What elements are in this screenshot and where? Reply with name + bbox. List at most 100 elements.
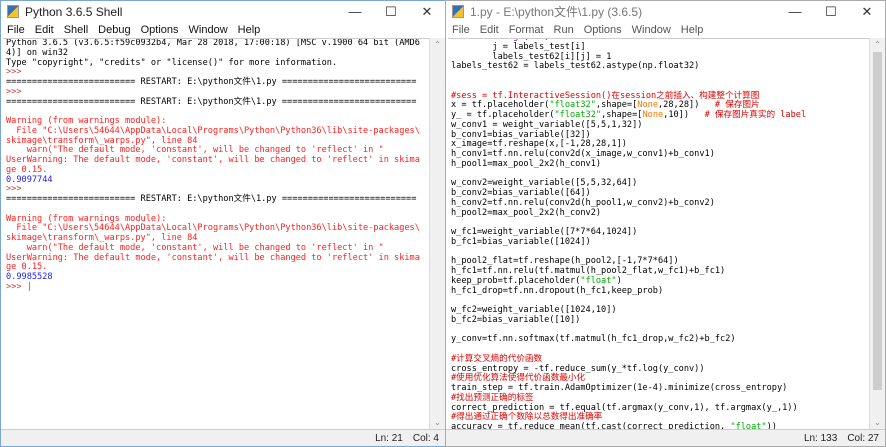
scrollbar-thumb[interactable] bbox=[873, 52, 882, 390]
text-segment: 0.9985528 bbox=[6, 272, 53, 282]
menu-format[interactable]: Format bbox=[509, 24, 544, 36]
code-line: h_fc1_drop=tf.nn.dropout(h_fc1,keep_prob… bbox=[451, 285, 869, 297]
code-line: UserWarning: The default mode, 'constant… bbox=[6, 155, 429, 166]
code-line: ge 0.15. bbox=[6, 262, 429, 273]
line-number: Ln: 21 bbox=[375, 432, 403, 444]
menu-help[interactable]: Help bbox=[681, 24, 704, 36]
editor-window: 1.py - E:\python文件\1.py (3.6.5) — ☐ ✕ Fi… bbox=[445, 0, 886, 447]
shell-output[interactable]: Python 3.6.5 (v3.6.5:f59c0932b4, Mar 28 … bbox=[3, 38, 429, 429]
code-line: b_fc1=bias_variable([1024]) bbox=[451, 236, 869, 248]
text-segment: w_conv2=weight_variable([5,5,32,64]) bbox=[451, 178, 638, 189]
code-line: 0.9097744 bbox=[6, 174, 429, 186]
text-segment: >>> | bbox=[6, 281, 32, 292]
menu-edit[interactable]: Edit bbox=[480, 24, 499, 36]
menu-bar: File Edit Shell Debug Options Window Help bbox=[1, 22, 445, 37]
scroll-up-icon[interactable]: ⌃ bbox=[870, 40, 885, 49]
menu-options[interactable]: Options bbox=[584, 24, 622, 36]
text-segment: j = labels_test[i] bbox=[451, 41, 586, 52]
text-segment: 0.9097744 bbox=[6, 174, 53, 185]
code-line: ge 0.15. bbox=[6, 165, 429, 176]
text-segment: )) bbox=[766, 422, 777, 429]
text-segment: ========================= RESTART: E:\py… bbox=[6, 77, 417, 87]
python-icon bbox=[7, 5, 19, 18]
text-segment: >>> bbox=[6, 67, 27, 78]
text-segment: #计算交叉熵的代价函数 bbox=[451, 353, 543, 364]
text-segment: UserWarning: The default mode, 'constant… bbox=[6, 155, 420, 165]
text-segment: "float" bbox=[580, 275, 617, 286]
menu-bar: File Edit Format Run Options Window Help bbox=[446, 22, 885, 37]
text-segment: accuracy = tf.reduce_mean(tf.cast(correc… bbox=[451, 422, 731, 429]
text-segment: b_fc2=bias_variable([10]) bbox=[451, 314, 581, 325]
editor-title-bar[interactable]: 1.py - E:\python文件\1.py (3.6.5) — ☐ ✕ bbox=[446, 1, 885, 22]
close-button[interactable]: ✕ bbox=[409, 4, 445, 20]
text-segment: Warning (from warnings module): bbox=[6, 116, 167, 126]
menu-help[interactable]: Help bbox=[238, 24, 261, 36]
python-file-icon bbox=[452, 5, 464, 18]
code-line: UserWarning: The default mode, 'constant… bbox=[6, 253, 429, 264]
text-segment: h_conv1=tf.nn.relu(conv2d(x_image,w_conv… bbox=[451, 149, 715, 159]
text-segment: w_fc2=weight_variable([1024,10]) bbox=[451, 305, 617, 315]
text-segment: File "C:\Users\54644\AppData\Local\Progr… bbox=[6, 223, 420, 234]
menu-options[interactable]: Options bbox=[141, 24, 179, 36]
menu-file[interactable]: File bbox=[7, 24, 25, 36]
text-segment: ,10]) bbox=[663, 110, 705, 120]
text-segment: Type "copyright", "credits" or "license(… bbox=[6, 57, 338, 68]
text-segment: correct_prediction = tf.equal(tf.argmax(… bbox=[451, 402, 798, 413]
text-segment: w_fc1=weight_variable([7*7*64,1024]) bbox=[451, 227, 638, 237]
column-number: Col: 4 bbox=[412, 432, 439, 444]
window-title: Python 3.6.5 Shell bbox=[25, 4, 123, 19]
code-line: Type "copyright", "credits" or "license(… bbox=[6, 57, 429, 69]
text-segment: h_pool2_flat=tf.reshape(h_pool2,[-1,7*7*… bbox=[451, 256, 679, 267]
text-segment: "float32" bbox=[554, 110, 602, 120]
text-segment: h_fc1_drop=tf.nn.dropout(h_fc1,keep_prob… bbox=[451, 285, 664, 296]
shell-window: Python 3.6.5 Shell — ☐ ✕ File Edit Shell De… bbox=[0, 0, 446, 447]
scroll-up-icon[interactable]: ⌃ bbox=[430, 40, 445, 49]
code-line: b_fc2=bias_variable([10]) bbox=[451, 314, 869, 326]
text-segment: h_pool1=max_pool_2x2(h_conv1) bbox=[451, 158, 602, 169]
code-editor[interactable]: for i in range(100): j = labels_test[i] … bbox=[448, 38, 869, 429]
menu-window[interactable]: Window bbox=[632, 24, 671, 36]
text-segment: 4)] on win32 bbox=[6, 47, 69, 58]
maximize-button[interactable]: ☐ bbox=[373, 4, 409, 20]
text-segment: train_step = tf.train.AdamOptimizer(1e-4… bbox=[451, 383, 788, 393]
text-segment: skimage\transform\_warps.py", line 84 bbox=[6, 135, 198, 146]
text-segment: # 保存图片真实的 label bbox=[704, 110, 807, 120]
text-segment: "float32" bbox=[549, 100, 596, 111]
menu-shell[interactable]: Shell bbox=[64, 24, 88, 36]
text-segment: >>> bbox=[6, 86, 27, 97]
vertical-scrollbar[interactable]: ⌃ ⌄ bbox=[869, 38, 885, 429]
text-segment: ========================= RESTART: E:\py… bbox=[6, 194, 417, 204]
text-segment: >>> bbox=[6, 184, 27, 195]
status-bar: Ln: 21 Col: 4 bbox=[1, 429, 445, 446]
text-segment: b_conv1=bias_variable([32]) bbox=[451, 129, 591, 140]
scroll-down-icon[interactable]: ⌄ bbox=[870, 418, 885, 427]
text-segment: "float" bbox=[730, 422, 767, 429]
text-segment: ge 0.15. bbox=[6, 262, 48, 273]
text-segment: x_image=tf.reshape(x,[-1,28,28,1]) bbox=[451, 139, 627, 150]
column-number: Col: 27 bbox=[847, 432, 879, 444]
text-segment: #使用优化算法使得代价函数最小化 bbox=[451, 373, 586, 384]
code-line: Python 3.6.5 (v3.6.5:f59c0932b4, Mar 28 … bbox=[6, 39, 429, 49]
text-segment: ) bbox=[616, 275, 622, 286]
menu-run[interactable]: Run bbox=[554, 24, 574, 36]
text-segment: h_fc1=tf.nn.relu(tf.matmul(h_pool2_flat,… bbox=[451, 266, 726, 276]
menu-edit[interactable]: Edit bbox=[35, 24, 54, 36]
menu-debug[interactable]: Debug bbox=[98, 24, 130, 36]
vertical-scrollbar[interactable]: ⌃ ⌄ bbox=[429, 38, 445, 429]
text-segment: cross_entropy = -tf.reduce_sum(y_*tf.log… bbox=[451, 363, 705, 374]
text-segment: ,shape=[ bbox=[595, 100, 638, 111]
maximize-button[interactable]: ☐ bbox=[813, 4, 849, 20]
code-line: h_pool1=max_pool_2x2(h_conv1) bbox=[451, 158, 869, 170]
scroll-down-icon[interactable]: ⌄ bbox=[430, 418, 445, 427]
code-line: ========================= RESTART: E:\py… bbox=[6, 194, 429, 205]
minimize-button[interactable]: — bbox=[777, 4, 813, 19]
status-bar: Ln: 133 Col: 27 bbox=[446, 429, 885, 446]
minimize-button[interactable]: — bbox=[337, 4, 373, 19]
text-segment: warn("The default mode, 'constant', will… bbox=[6, 145, 384, 156]
menu-window[interactable]: Window bbox=[189, 24, 228, 36]
text-segment: ========================= RESTART: E:\py… bbox=[6, 96, 417, 107]
menu-file[interactable]: File bbox=[452, 24, 470, 36]
close-button[interactable]: ✕ bbox=[849, 4, 885, 20]
text-segment: b_fc1=bias_variable([1024]) bbox=[451, 236, 591, 247]
shell-title-bar[interactable]: Python 3.6.5 Shell — ☐ ✕ bbox=[1, 1, 445, 22]
